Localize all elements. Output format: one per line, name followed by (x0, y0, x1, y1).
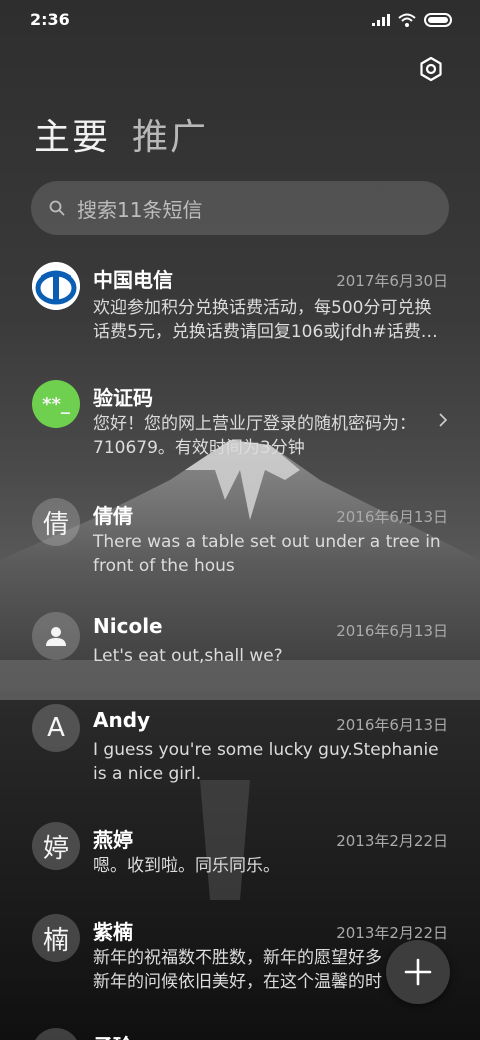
conversation-preview: I guess you're some lucky guy.Stephanie … (93, 738, 445, 786)
preview-line-2: 新年的问候依旧美好，在这个温馨的时 (93, 972, 382, 992)
tab-promotions[interactable]: 推广 (132, 108, 208, 160)
settings-button[interactable] (418, 56, 444, 82)
conversation-row[interactable]: 中国电信 2017年6月30日 欢迎参加积分兑换话费活动，每500分可兑换 话费… (0, 250, 480, 360)
preview-line-1: 新年的祝福数不胜数，新年的愿望好多 (93, 948, 382, 968)
conversation-name: 倩倩 (93, 504, 133, 528)
gear-icon (420, 56, 442, 82)
conversation-date: 2016年6月13日 (336, 716, 448, 734)
preview-line-1: Let's eat out,shall we? (93, 646, 283, 666)
conversation-date: 2016年6月13日 (336, 622, 448, 640)
contact-avatar: 倩 (32, 498, 80, 546)
status-icons (372, 13, 452, 27)
person-icon (46, 627, 66, 646)
preview-line-2: front of the hous (93, 556, 235, 576)
conversation-row[interactable]: **_ 验证码 您好！您的网上营业厅登录的随机密码为： 710679。有效时间为… (0, 368, 480, 478)
contact-avatar (32, 612, 80, 660)
conversation-preview: There was a table set out under a tree i… (93, 530, 445, 578)
wifi-icon (398, 13, 416, 27)
contact-avatar: 楠 (32, 914, 80, 962)
conversation-date: 2016年6月13日 (336, 508, 448, 526)
conversation-date: 2013年2月22日 (336, 924, 448, 942)
preview-line-1: 欢迎参加积分兑换话费活动，每500分可兑换 (93, 298, 432, 318)
conversation-date: 2013年2月22日 (336, 832, 448, 850)
conversation-name: Andy (93, 708, 151, 732)
code-avatar: **_ (32, 380, 80, 428)
conversation-name: 中国电信 (93, 268, 173, 292)
conversation-preview: 欢迎参加积分兑换话费活动，每500分可兑换 话费5元，兑换话费请回复106或jf… (93, 296, 445, 344)
search-placeholder: 搜索11条短信 (77, 197, 203, 222)
battery-icon (424, 13, 452, 27)
new-message-button[interactable] (386, 940, 450, 1004)
contact-avatar: 婷 (32, 822, 80, 870)
preview-line-2: is a nice girl. (93, 764, 202, 784)
contact-avatar: A (32, 704, 80, 752)
conversation-name: Nicole (93, 614, 163, 638)
conversation-name: 验证码 (93, 386, 153, 410)
preview-line-1: There was a table set out under a tree i… (93, 532, 441, 552)
chevron-right-icon (439, 413, 448, 427)
status-time: 2:36 (30, 10, 70, 29)
conversation-preview: 您好！您的网上营业厅登录的随机密码为： 710679。有效时间为3分钟 (93, 412, 445, 460)
telecom-logo-avatar (32, 262, 80, 310)
contact-avatar (32, 1028, 80, 1040)
conversation-preview: 新年的祝福数不胜数，新年的愿望好多 新年的问候依旧美好，在这个温馨的时 (93, 946, 413, 994)
conversation-name: 子玲 (93, 1030, 133, 1040)
preview-line-2: 710679。有效时间为3分钟 (93, 438, 305, 458)
search-bar[interactable]: 搜索11条短信 (31, 181, 449, 235)
signal-icon (372, 14, 390, 26)
tab-primary[interactable]: 主要 (34, 108, 110, 160)
conversation-preview: Let's eat out,shall we? (93, 644, 445, 668)
preview-line-2: 话费5元，兑换话费请回复106或jfdh#话费… (93, 322, 438, 342)
conversation-row[interactable]: 子玲 (0, 1026, 480, 1040)
conversation-row[interactable]: Nicole 2016年6月13日 Let's eat out,shall we… (0, 604, 480, 714)
preview-line-1: 您好！您的网上营业厅登录的随机密码为： (93, 414, 416, 434)
plus-icon (404, 958, 432, 986)
status-bar: 2:36 (0, 0, 480, 44)
china-telecom-logo-icon (32, 262, 80, 310)
conversation-preview: 嗯。收到啦。同乐同乐。 (93, 854, 445, 878)
conversation-name: 紫楠 (93, 920, 133, 944)
preview-line-1: 嗯。收到啦。同乐同乐。 (93, 856, 280, 876)
conversation-name: 燕婷 (93, 828, 133, 852)
preview-line-1: I guess you're some lucky guy.Stephanie (93, 740, 439, 760)
conversation-row[interactable]: A Andy 2016年6月13日 I guess you're some lu… (0, 702, 480, 812)
conversation-row[interactable]: 倩 倩倩 2016年6月13日 There was a table set ou… (0, 486, 480, 596)
search-icon (49, 200, 65, 216)
conversation-date: 2017年6月30日 (336, 272, 448, 290)
tabs: 主要 推广 (34, 108, 208, 160)
